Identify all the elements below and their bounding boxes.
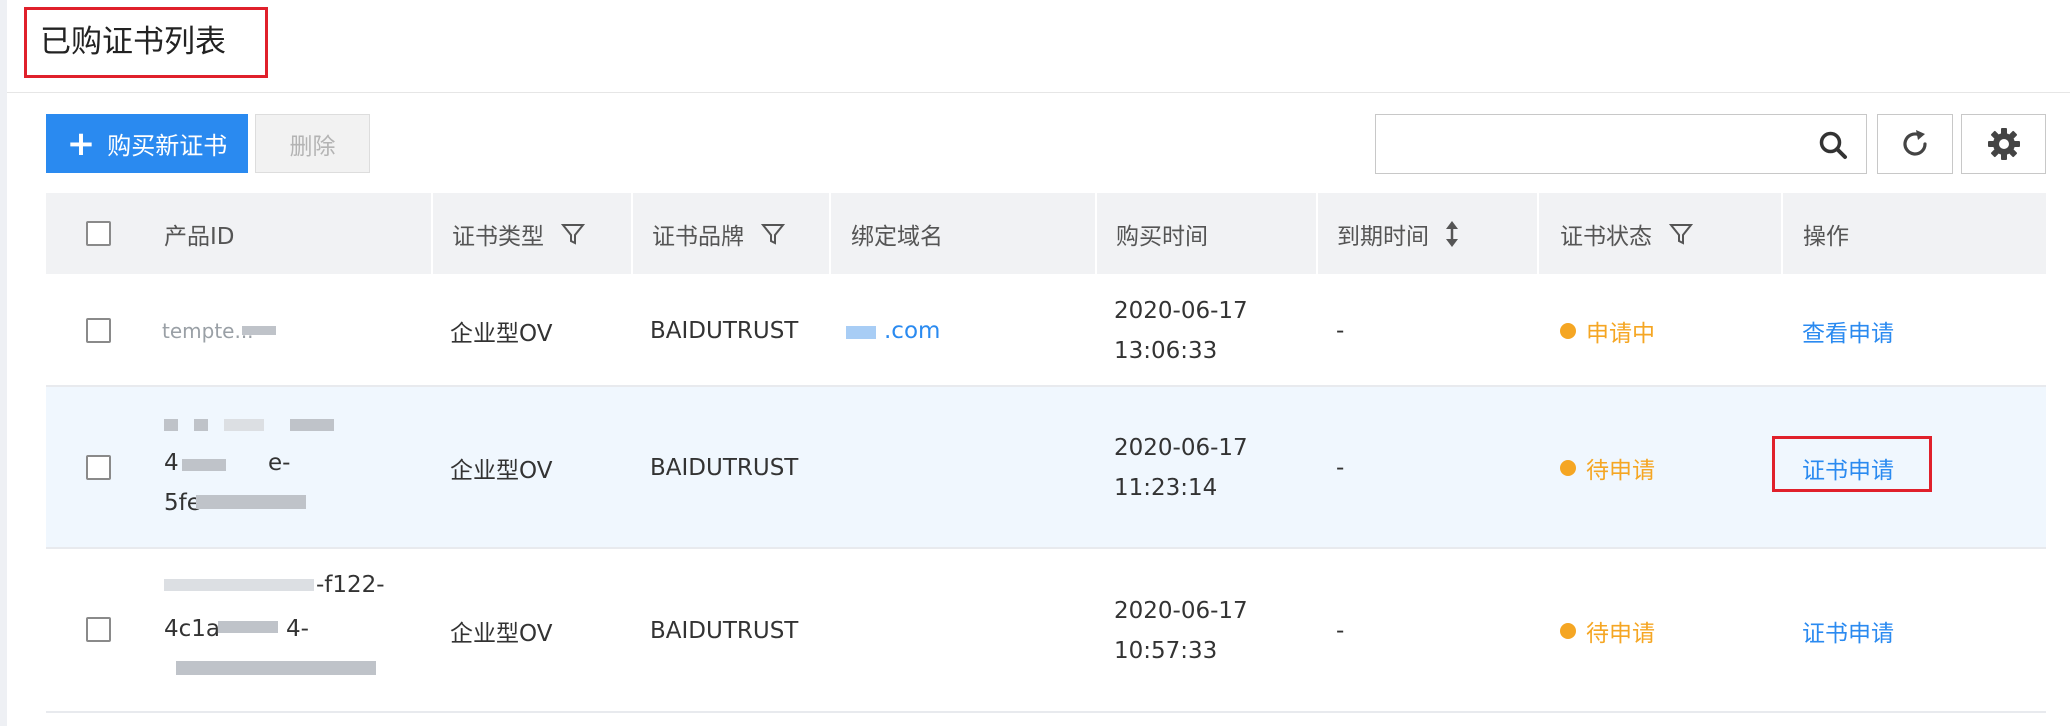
- page-title: 已购证书列表: [40, 24, 226, 60]
- redacted-block: [164, 419, 178, 431]
- redacted-block: [164, 579, 314, 591]
- apply-certificate-link[interactable]: 证书申请: [1802, 549, 1894, 713]
- product-id-line1: -f122-: [316, 567, 385, 603]
- row-checkbox[interactable]: [86, 617, 111, 642]
- refresh-button[interactable]: [1877, 114, 1953, 174]
- search-box[interactable]: [1375, 114, 1867, 174]
- row-checkbox[interactable]: [86, 318, 111, 343]
- status-dot-icon: [1560, 322, 1576, 339]
- search-icon[interactable]: [1818, 130, 1848, 160]
- col-cert-type-label: 证书类型: [452, 223, 544, 250]
- purchase-clock: 13:06:33: [1114, 337, 1218, 364]
- purchase-date: 2020-06-17: [1114, 435, 1248, 461]
- plus-icon: +: [66, 123, 96, 164]
- product-id-line2b: 4-: [286, 611, 309, 647]
- cert-brand: BAIDUTRUST: [650, 317, 799, 344]
- cert-brand: BAIDUTRUST: [650, 455, 799, 481]
- product-id-text: tempte...: [162, 318, 254, 343]
- status-dot-icon: [1560, 623, 1576, 639]
- purchase-clock: 10:57:33: [1114, 638, 1218, 664]
- col-product-id: 产品ID: [164, 223, 235, 250]
- filter-icon[interactable]: [560, 221, 586, 247]
- col-expire-time-label: 到期时间: [1337, 223, 1429, 250]
- purchase-time: 2020-06-17 11:23:14: [1114, 387, 1248, 549]
- product-id-fragment: 4-: [286, 616, 309, 642]
- product-id-fragment: 4c1a: [164, 616, 221, 642]
- table-row: 4 e- 5fe 企业型OV BAIDUTRUST 2020-06-17 11:…: [46, 387, 2046, 549]
- cert-type: 企业型OV: [450, 320, 553, 347]
- left-edge: [0, 0, 7, 726]
- product-id-fragment: e-: [268, 450, 291, 476]
- purchase-time: 2020-06-17 13:06:33: [1114, 274, 1248, 387]
- expire-time: -: [1336, 618, 1345, 644]
- redacted-block: [196, 495, 306, 509]
- redacted-block: [242, 326, 276, 335]
- status-text: 待申请: [1586, 621, 1655, 647]
- select-all-checkbox[interactable]: [86, 221, 111, 246]
- domain-link[interactable]: .com: [884, 274, 940, 387]
- purchase-clock: 11:23:14: [1114, 475, 1218, 501]
- settings-button[interactable]: [1961, 114, 2046, 174]
- table-header: 产品ID 证书类型 证书品牌 绑定域名 购买时间 到期时间 证书状态 操作: [46, 193, 2046, 274]
- column-divider: [1537, 193, 1539, 274]
- redacted-block: [290, 419, 334, 431]
- redacted-domain: [846, 326, 876, 339]
- apply-certificate-link[interactable]: 证书申请: [1802, 387, 1894, 549]
- product-id: tempte...: [162, 274, 254, 387]
- product-id-line2b: e-: [268, 445, 290, 481]
- redacted-block: [224, 419, 264, 431]
- col-actions: 操作: [1803, 223, 1849, 250]
- status-text: 申请中: [1586, 320, 1655, 347]
- page-header: [7, 0, 2070, 93]
- redacted-block: [218, 621, 278, 633]
- product-id-fragment: 4: [164, 450, 179, 476]
- purchase-time: 2020-06-17 10:57:33: [1114, 549, 1248, 713]
- status: 待申请: [1560, 387, 1655, 549]
- column-divider: [1781, 193, 1783, 274]
- column-divider: [631, 193, 633, 274]
- view-application-link[interactable]: 查看申请: [1802, 274, 1894, 387]
- product-id-line2: 4: [164, 445, 179, 481]
- filter-icon[interactable]: [1668, 221, 1694, 247]
- expire-time: -: [1336, 317, 1345, 344]
- col-purchase-time: 购买时间: [1116, 223, 1208, 250]
- column-divider: [829, 193, 831, 274]
- col-status-label: 证书状态: [1560, 223, 1652, 250]
- row-checkbox[interactable]: [86, 455, 111, 480]
- filter-icon[interactable]: [760, 221, 786, 247]
- col-expire-time[interactable]: 到期时间: [1337, 193, 1461, 274]
- product-id-line2: 4c1a: [164, 611, 220, 647]
- col-cert-type[interactable]: 证书类型: [452, 193, 586, 274]
- cert-brand: BAIDUTRUST: [650, 618, 799, 644]
- table-row: tempte... 企业型OV BAIDUTRUST .com 2020-06-…: [46, 274, 2046, 387]
- redacted-block: [194, 419, 208, 431]
- purchase-date: 2020-06-17: [1114, 598, 1248, 624]
- cert-type: 企业型OV: [450, 458, 553, 484]
- cert-type: 企业型OV: [450, 621, 553, 647]
- column-divider: [1316, 193, 1318, 274]
- redacted-block: [182, 459, 226, 471]
- table-row: -f122- 4c1a 4- 企业型OV BAIDUTRUST 2020-06-…: [46, 549, 2046, 713]
- status-dot-icon: [1560, 460, 1576, 476]
- col-brand[interactable]: 证书品牌: [652, 193, 786, 274]
- search-input[interactable]: [1386, 125, 1810, 165]
- purchase-date: 2020-06-17: [1114, 297, 1248, 324]
- col-domain: 绑定域名: [851, 223, 943, 250]
- refresh-icon: [1903, 130, 1927, 156]
- col-status[interactable]: 证书状态: [1560, 193, 1694, 274]
- gear-icon: [1987, 128, 2020, 160]
- status-text: 待申请: [1586, 458, 1655, 484]
- delete-button[interactable]: 删除: [255, 114, 370, 173]
- product-id-fragment: -f122-: [316, 572, 385, 598]
- buy-certificate-button[interactable]: + 购买新证书: [46, 114, 248, 173]
- status: 待申请: [1560, 549, 1655, 713]
- redacted-block: [176, 661, 376, 675]
- column-divider: [1095, 193, 1097, 274]
- col-brand-label: 证书品牌: [652, 223, 744, 250]
- column-divider: [431, 193, 433, 274]
- sort-icon[interactable]: [1443, 219, 1461, 249]
- buy-certificate-label: 购买新证书: [107, 132, 228, 160]
- expire-time: -: [1336, 455, 1345, 481]
- status: 申请中: [1560, 274, 1655, 387]
